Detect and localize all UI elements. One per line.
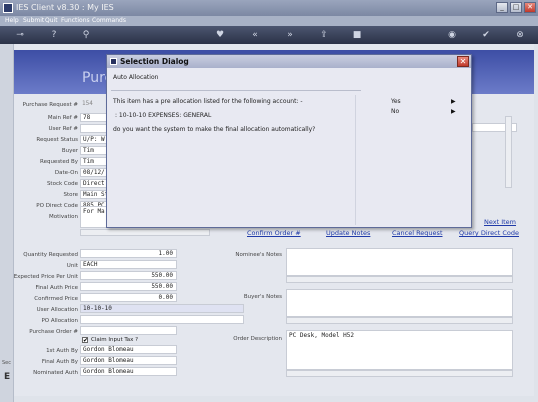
label-nominee-notes: Nominee's Notes (235, 252, 282, 258)
label-user-allocation: User Allocation (36, 307, 78, 313)
label-request-status: Request Status (36, 137, 78, 143)
toolbar: ⊸ ? ⚲ ♥ « » ⇪ ■ ◉ ✔ ⊗ (0, 26, 538, 44)
label-order-description: Order Description (233, 336, 282, 342)
minimize-button[interactable]: _ (496, 2, 508, 13)
final-auth-price-field[interactable]: 550.00 (80, 282, 177, 291)
label-purchase-order: Purchase Order # (29, 329, 78, 335)
query-direct-code-link[interactable]: Query Direct Code (459, 229, 519, 237)
dialog-titlebar: Selection Dialog ✕ (107, 55, 471, 68)
option-yes[interactable]: Yes (391, 98, 401, 105)
label-motivation: Motivation (49, 214, 78, 220)
menu-quit[interactable]: Quit (45, 17, 58, 24)
label-final-auth-price: Final Auth Price (35, 285, 78, 291)
cancel-request-link[interactable]: Cancel Request (392, 229, 443, 237)
upload-icon[interactable]: ⇪ (318, 29, 330, 41)
maximize-button[interactable]: □ (510, 2, 522, 13)
label-po-direct-code: PO Direct Code (36, 203, 78, 209)
right-vertical-scrollbar[interactable] (505, 116, 512, 188)
label-main-ref: Main Ref # (47, 115, 78, 121)
label-purchase-request: Purchase Request # (22, 102, 78, 108)
next-item-link[interactable]: Next Item (484, 218, 516, 226)
first-auth-by-field[interactable]: Gordon Blomeau (80, 345, 177, 354)
label-buyer: Buyer (61, 148, 78, 154)
label-date-on: Date-On (54, 170, 78, 176)
menu-commands[interactable]: Commands (92, 17, 126, 24)
user-allocation-field[interactable]: 10-10-10 (80, 304, 244, 313)
close-icon[interactable]: ⊗ (514, 29, 526, 41)
final-auth-by-field[interactable]: Gordon Blomeau (80, 356, 177, 365)
label-unit: Unit (66, 263, 78, 269)
dialog-app-icon (110, 58, 117, 65)
forward-icon[interactable]: » (284, 29, 296, 41)
app-icon (3, 3, 13, 13)
back-icon[interactable]: « (249, 29, 261, 41)
search-icon[interactable]: ⚲ (80, 29, 92, 41)
label-expected-price: Expected Price Per Unit (13, 274, 78, 280)
dialog-subtitle: Auto Allocation (113, 74, 159, 81)
key-icon[interactable]: ⊸ (10, 29, 30, 41)
label-stock-code: Stock Code (46, 181, 78, 187)
dialog-separator (111, 90, 361, 91)
dialog-message-line2: : 10-10-10 EXPENSES: GENERAL (115, 112, 212, 119)
expected-price-field[interactable]: 550.00 (80, 271, 177, 280)
menu-bar: Help Submit Quit Functions Commands (0, 16, 538, 26)
dialog-title: Selection Dialog (120, 57, 189, 66)
nominee-notes-scrollbar[interactable] (286, 276, 513, 283)
label-confirmed-price: Confirmed Price (34, 296, 78, 302)
quantity-requested-field[interactable]: 1.00 (80, 249, 177, 258)
buyers-notes-field[interactable] (286, 289, 513, 317)
selection-dialog: Selection Dialog ✕ Auto Allocation This … (106, 54, 472, 228)
motivation-scrollbar[interactable] (80, 229, 210, 236)
label-final-auth-by: Final Auth By (41, 359, 78, 365)
option-no[interactable]: No (391, 108, 399, 115)
dialog-message-line1: This item has a pre allocation listed fo… (113, 98, 303, 105)
label-buyers-notes: Buyer's Notes (243, 294, 282, 300)
stop-icon[interactable]: ■ (351, 29, 363, 41)
label-quantity-requested: Quantity Requested (23, 252, 78, 258)
close-window-button[interactable]: ✕ (524, 2, 536, 13)
purchase-order-field[interactable] (80, 326, 177, 335)
label-store: Store (63, 192, 78, 198)
confirmed-price-field[interactable]: 0.00 (80, 293, 177, 302)
menu-help[interactable]: Help (5, 17, 19, 24)
po-allocation-field[interactable] (80, 315, 244, 324)
order-description-scrollbar[interactable] (286, 370, 513, 377)
dialog-close-button[interactable]: ✕ (457, 56, 469, 67)
menu-submit[interactable]: Submit (23, 17, 44, 24)
window-title: IES Client v8.30 : My IES (16, 3, 114, 12)
check-icon[interactable]: ✔ (480, 29, 492, 41)
window-titlebar: IES Client v8.30 : My IES _ □ ✕ (0, 0, 538, 16)
unit-field[interactable]: EACH (80, 260, 177, 269)
globe-icon[interactable]: ◉ (446, 29, 458, 41)
label-nominated-auth: Nominated Auth (33, 370, 78, 376)
help-icon[interactable]: ? (48, 29, 60, 41)
nominated-auth-field[interactable]: Gordon Blomeau (80, 367, 177, 376)
option-no-arrow-icon[interactable]: ▶ (451, 108, 456, 115)
confirm-order-link[interactable]: Confirm Order # (247, 229, 301, 237)
label-1st-auth-by: 1st Auth By (46, 348, 78, 354)
order-description-field[interactable]: PC Desk, Model H52 (286, 330, 513, 370)
nominee-notes-field[interactable] (286, 248, 513, 276)
option-yes-arrow-icon[interactable]: ▶ (451, 98, 456, 105)
dialog-message-line3: do you want the system to make the final… (113, 126, 316, 133)
update-notes-link[interactable]: Update Notes (326, 229, 370, 237)
buyers-notes-scrollbar[interactable] (286, 317, 513, 324)
label-requested-by: Requested By (40, 159, 78, 165)
heart-icon[interactable]: ♥ (214, 29, 226, 41)
menu-functions[interactable]: Functions (61, 17, 90, 24)
label-user-ref: User Ref # (48, 126, 78, 132)
label-po-allocation: PO Allocation (41, 318, 78, 324)
claim-input-tax-checkbox[interactable]: ✔ (82, 337, 88, 344)
claim-input-tax-label: Claim Input Tax ? (91, 337, 139, 343)
